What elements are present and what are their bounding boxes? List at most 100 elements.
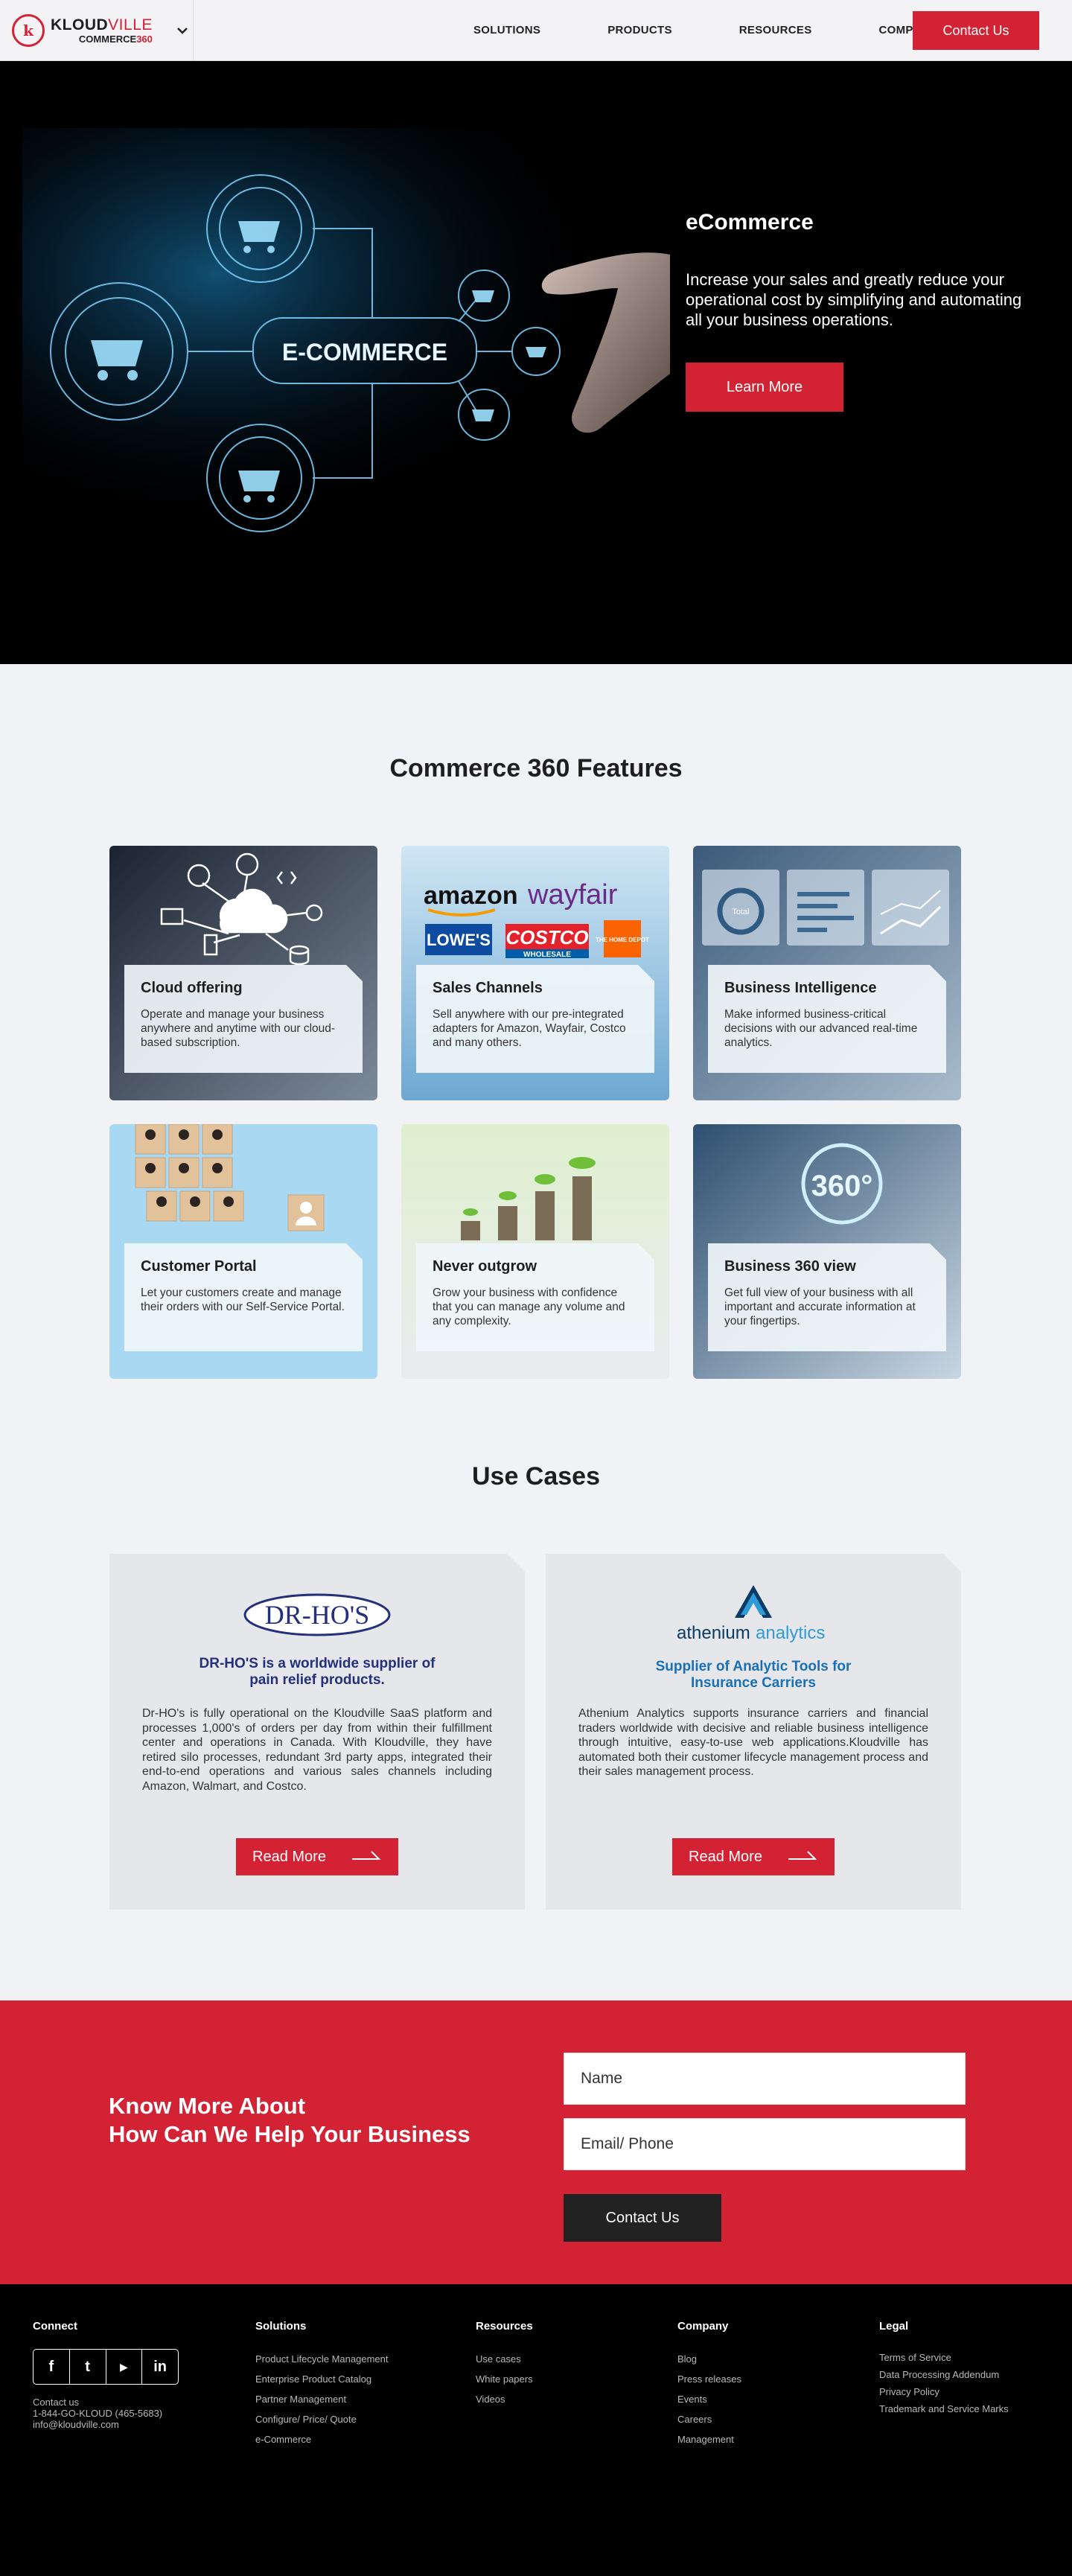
use-case-card-drhos: DR-HO'S DR-HO'S is a worldwide supplier … [109, 1554, 525, 1910]
view-360-label: 360° [811, 1170, 873, 1202]
footer-link[interactable]: Press releases [677, 2369, 741, 2389]
home-depot-logo: THE HOME DEPOT [596, 937, 649, 943]
contact-email[interactable]: info@kloudville.com [33, 2419, 179, 2430]
read-more-label: Read More [689, 1848, 762, 1865]
feature-description: Grow your business with confidence that … [433, 1287, 625, 1327]
chevron-down-icon[interactable] [175, 23, 190, 38]
read-more-label: Read More [252, 1848, 326, 1865]
costco-wholesale-text: WHOLESALE [523, 951, 571, 959]
analytics-logo-text: analytics [756, 1623, 825, 1643]
footer-heading: Solutions [255, 2320, 307, 2333]
footer: Connect f t ▶ in Contact us 1-844-GO-KLO… [0, 2284, 1072, 2576]
amazon-logo: amazon [424, 881, 518, 910]
contact-band-title-line1: Know More About [109, 2093, 306, 2119]
footer-link[interactable]: Partner Management [255, 2389, 388, 2409]
footer-contact: Contact us 1-844-GO-KLOUD (465-5683) inf… [33, 2397, 179, 2430]
footer-link[interactable]: Trademark and Service Marks [879, 2400, 1009, 2417]
footer-resources: Resources Use cases White papers Videos [476, 2320, 533, 2409]
feature-description: Operate and manage your business anywher… [141, 1008, 336, 1049]
footer-link[interactable]: Events [677, 2389, 741, 2409]
contact-band-title-line2: How Can We Help Your Business [109, 2121, 470, 2147]
email-phone-input[interactable] [564, 2118, 966, 2170]
contact-submit-button[interactable]: Contact Us [564, 2194, 721, 2242]
nav-resources[interactable]: RESOURCES [739, 24, 812, 36]
use-case-body: Dr-HO's is fully operational on the Klou… [142, 1707, 492, 1793]
footer-link[interactable]: Careers [677, 2409, 741, 2429]
feature-card-sales-channels[interactable]: amazon wayfair LOWE'S COSTCO WHOLESALE T… [401, 846, 669, 1100]
footer-heading: Resources [476, 2320, 533, 2333]
use-case-headline: Supplier of Analytic Tools for Insurance… [655, 1659, 852, 1691]
drhos-logo-text: DR-HO'S [265, 1600, 370, 1630]
footer-legal: Legal Terms of Service Data Processing A… [879, 2320, 1009, 2417]
feature-title: Business 360 view [724, 1258, 856, 1275]
footer-company: Company Blog Press releases Events Caree… [677, 2320, 741, 2449]
athenium-logo-text: athenium [677, 1623, 750, 1643]
footer-link[interactable]: Privacy Policy [879, 2383, 1009, 2400]
name-input[interactable] [564, 2053, 966, 2105]
feature-description: Sell anywhere with our pre-integrated ad… [433, 1008, 626, 1049]
footer-link[interactable]: Configure/ Price/ Quote [255, 2409, 388, 2429]
use-case-headline: DR-HO'S is a worldwide supplier of pain … [199, 1656, 436, 1688]
footer-link[interactable]: Videos [476, 2389, 533, 2409]
contact-phone[interactable]: 1-844-GO-KLOUD (465-5683) [33, 2408, 179, 2419]
arrow-right-icon [352, 1849, 382, 1864]
feature-title: Never outgrow [433, 1258, 537, 1275]
read-more-button[interactable]: Read More [236, 1838, 398, 1875]
contact-band: Know More About How Can We Help Your Bus… [0, 2000, 1072, 2284]
learn-more-button[interactable]: Learn More [686, 363, 843, 412]
main-menu: SOLUTIONS PRODUCTS RESOURCES COMPANY [473, 24, 937, 36]
nav-products[interactable]: PRODUCTS [607, 24, 672, 36]
footer-link[interactable]: Use cases [476, 2349, 533, 2369]
footer-link[interactable]: Product Lifecycle Management [255, 2349, 388, 2369]
footer-link[interactable]: Management [677, 2429, 741, 2449]
footer-heading: Legal [879, 2320, 909, 2333]
lowes-logo: LOWE'S [427, 931, 491, 949]
footer-heading: Connect [33, 2320, 77, 2333]
bi-widget-label: Total [732, 908, 749, 916]
footer-link[interactable]: Terms of Service [879, 2349, 1009, 2366]
footer-link[interactable]: e-Commerce [255, 2429, 388, 2449]
footer-link[interactable]: Blog [677, 2349, 741, 2369]
feature-card-business-intelligence[interactable]: Total Business Intelligence Make informe… [693, 846, 961, 1100]
footer-connect: Connect f t ▶ in Contact us 1-844-GO-KLO… [33, 2320, 179, 2430]
facebook-icon[interactable]: f [34, 2350, 70, 2384]
read-more-button[interactable]: Read More [672, 1838, 835, 1875]
brand-sub-b: 360 [136, 33, 153, 45]
brand-logo-icon[interactable]: k [12, 13, 45, 47]
feature-description: Let your customers create and manage the… [141, 1287, 345, 1313]
brand: k KLOUDVILLE COMMERCE360 [0, 0, 194, 61]
use-case-body: Athenium Analytics supports insurance ca… [578, 1707, 928, 1778]
athenium-logo: athenium analytics [546, 1582, 961, 1645]
feature-panel: Never outgrow Grow your business with co… [416, 1243, 654, 1351]
wayfair-logo: wayfair [527, 879, 618, 911]
brand-name-b: VILLE [108, 16, 153, 34]
top-nav: k KLOUDVILLE COMMERCE360 SOLUTIONS PRODU… [0, 0, 1072, 61]
footer-heading: Company [677, 2320, 729, 2333]
hero-art-label: E-COMMERCE [282, 339, 447, 366]
footer-link[interactable]: Enterprise Product Catalog [255, 2369, 388, 2389]
use-case-card-athenium: athenium analytics Supplier of Analytic … [546, 1554, 961, 1910]
footer-link[interactable]: White papers [476, 2369, 533, 2389]
arrow-right-icon [788, 1849, 818, 1864]
feature-card-business-360[interactable]: 360° Business 360 view Get full view of … [693, 1124, 961, 1379]
hero-title: eCommerce [686, 210, 814, 235]
costco-logo: COSTCO [505, 926, 588, 949]
contact-us-button[interactable]: Contact Us [913, 11, 1039, 50]
contact-label: Contact us [33, 2397, 80, 2408]
feature-card-never-outgrow[interactable]: Never outgrow Grow your business with co… [401, 1124, 669, 1379]
feature-title: Cloud offering [141, 980, 243, 996]
feature-description: Get full view of your business with all … [724, 1287, 916, 1327]
footer-link[interactable]: Data Processing Addendum [879, 2366, 1009, 2383]
linkedin-icon[interactable]: in [142, 2350, 178, 2384]
feature-title: Sales Channels [433, 980, 543, 996]
twitter-icon[interactable]: t [70, 2350, 106, 2384]
brand-wordmark[interactable]: KLOUDVILLE COMMERCE360 [51, 17, 153, 44]
youtube-icon[interactable]: ▶ [106, 2350, 143, 2384]
social-links: f t ▶ in [33, 2349, 179, 2385]
feature-card-customer-portal[interactable]: Customer Portal Let your customers creat… [109, 1124, 377, 1379]
feature-card-cloud[interactable]: Cloud offering Operate and manage your b… [109, 846, 377, 1100]
brand-sub-a: COMMERCE [78, 33, 137, 45]
feature-panel: Customer Portal Let your customers creat… [124, 1243, 363, 1351]
nav-solutions[interactable]: SOLUTIONS [473, 24, 540, 36]
feature-panel: Business Intelligence Make informed busi… [708, 965, 946, 1073]
